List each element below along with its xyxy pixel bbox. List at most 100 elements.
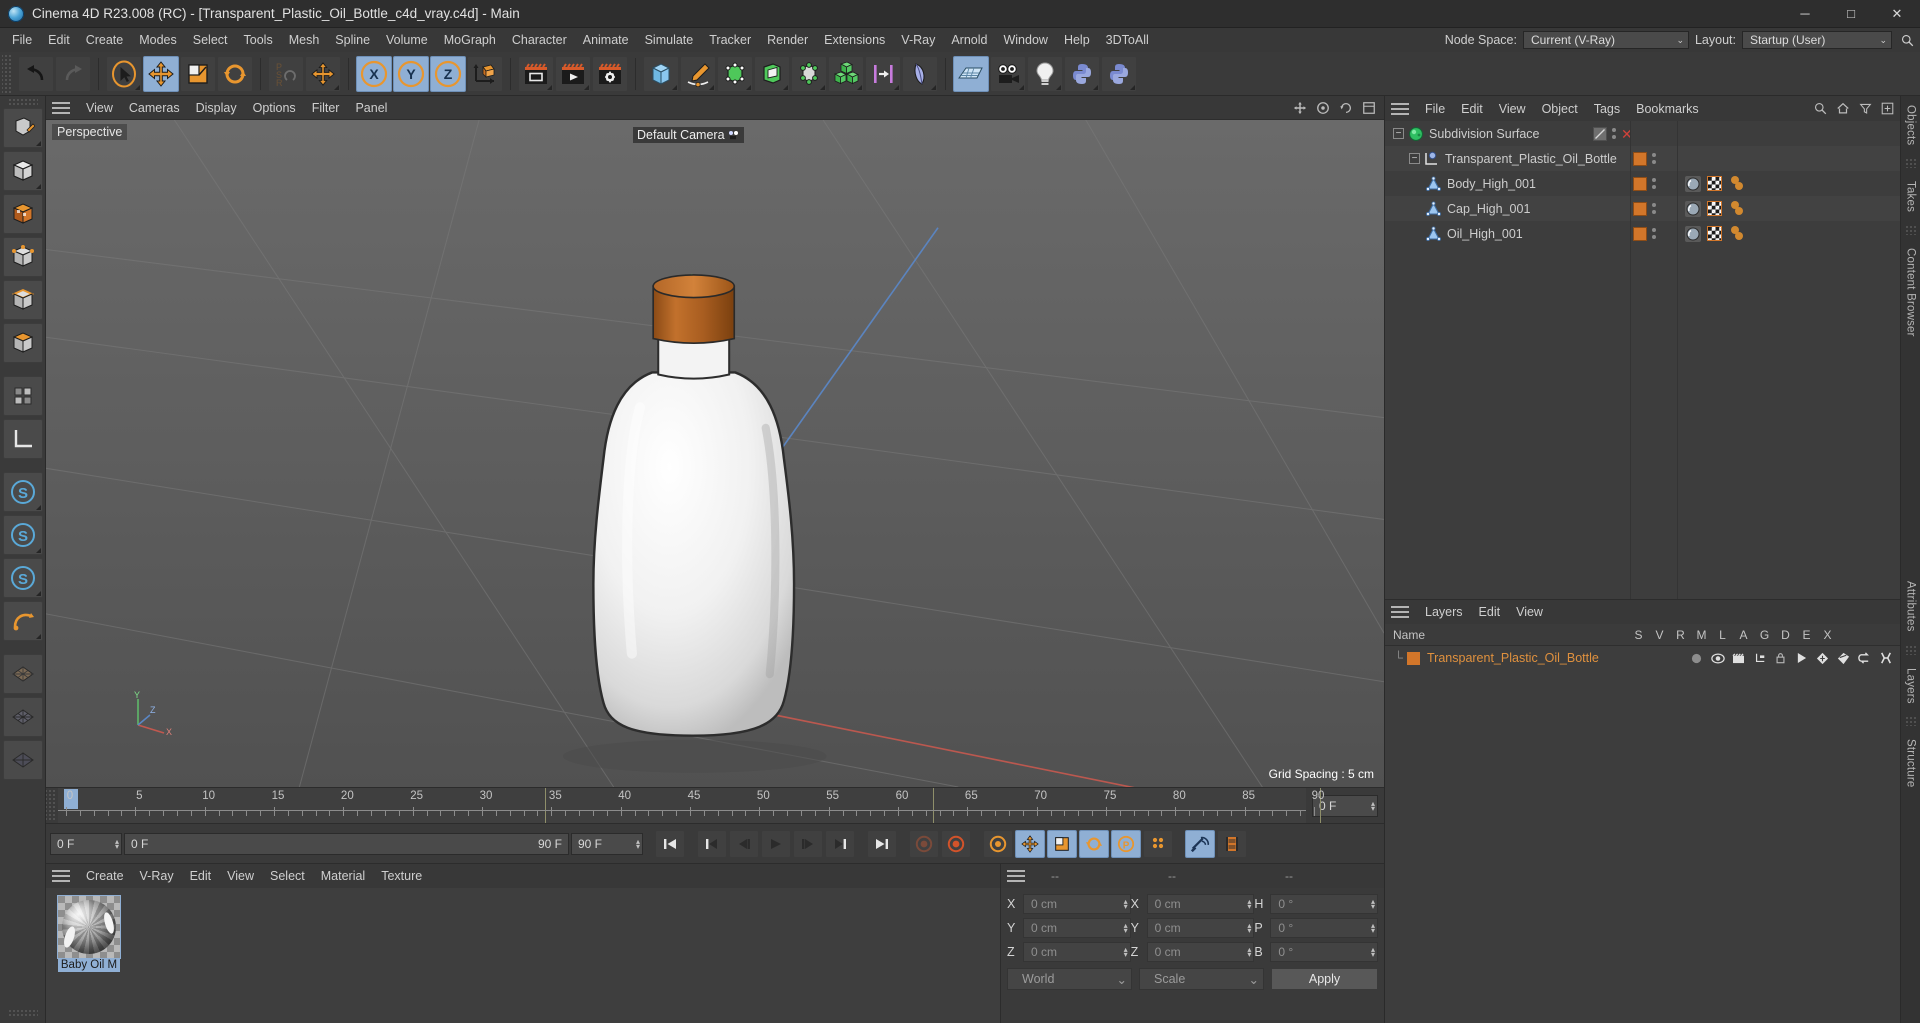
- snap-settings-button[interactable]: S: [3, 515, 43, 555]
- uvw-tag-icon[interactable]: [1728, 201, 1744, 216]
- deformer-button[interactable]: [791, 56, 827, 92]
- left-toolbar-bottom-grip[interactable]: [8, 1009, 38, 1017]
- default-camera-label[interactable]: Default Camera: [633, 127, 744, 143]
- goto-prev-key-button[interactable]: [697, 830, 727, 858]
- coordinate-system-dropdown[interactable]: World ⌄: [1007, 968, 1132, 990]
- material-preview-tag-icon[interactable]: [1685, 176, 1701, 192]
- layer-xref-icon[interactable]: [1875, 652, 1896, 664]
- material-menu-texture[interactable]: Texture: [373, 865, 430, 887]
- home-icon[interactable]: [1836, 102, 1850, 115]
- menu-vray[interactable]: V-Ray: [893, 29, 943, 51]
- position-x-input[interactable]: 0 cm ▴▾: [1023, 894, 1131, 914]
- layer-lock-icon[interactable]: [1770, 652, 1791, 664]
- viewport-hamburger-icon[interactable]: [52, 100, 72, 116]
- menu-simulate[interactable]: Simulate: [637, 29, 702, 51]
- step-forward-button[interactable]: [793, 830, 823, 858]
- texture-tag-icon[interactable]: [1707, 201, 1722, 216]
- add-layout-icon[interactable]: [1881, 102, 1894, 115]
- tab-layers[interactable]: Layers: [1903, 659, 1919, 713]
- layer-generators-icon[interactable]: [1812, 652, 1833, 665]
- mograph-effector-button[interactable]: [865, 56, 901, 92]
- coordinates-hamburger-icon[interactable]: [1007, 868, 1027, 884]
- material-menu-material[interactable]: Material: [313, 865, 373, 887]
- viewport-maximize-icon[interactable]: [1362, 101, 1376, 115]
- apply-button[interactable]: Apply: [1271, 968, 1378, 990]
- material-menu-vray[interactable]: V-Ray: [132, 865, 182, 887]
- layer-menu-edit[interactable]: Edit: [1471, 601, 1509, 623]
- perspective-viewport[interactable]: Perspective Default Camera Grid Spacing …: [46, 120, 1384, 787]
- viewport-rotate-icon[interactable]: [1339, 101, 1353, 115]
- key-parameter-button[interactable]: P: [1111, 830, 1141, 858]
- menu-mesh[interactable]: Mesh: [281, 29, 328, 51]
- model-mode-button[interactable]: [3, 151, 43, 191]
- viewport-menu-options[interactable]: Options: [245, 97, 304, 119]
- material-menu-select[interactable]: Select: [262, 865, 313, 887]
- object-menu-view[interactable]: View: [1491, 98, 1534, 120]
- object-row-transparent-plastic-oil-bottle[interactable]: − Transparent_Plastic_Oil_Bottle: [1385, 146, 1900, 171]
- world-coordinate-button[interactable]: [467, 56, 503, 92]
- z-axis-lock-button[interactable]: Z: [430, 56, 466, 92]
- rotation-h-input[interactable]: 0 ° ▴▾: [1270, 894, 1378, 914]
- material-menu-view[interactable]: View: [219, 865, 262, 887]
- timeline-ruler[interactable]: 051015202530354045505560657075808590: [58, 788, 1306, 823]
- subdivide-grid-button[interactable]: [3, 697, 43, 737]
- spinner-icon[interactable]: ▴▾: [1118, 947, 1128, 957]
- size-y-input[interactable]: 0 cm ▴▾: [1147, 918, 1255, 938]
- menu-character[interactable]: Character: [504, 29, 575, 51]
- y-axis-lock-button[interactable]: Y: [393, 56, 429, 92]
- object-row-subdivision-surface[interactable]: − Subdivision Surface ✕: [1385, 121, 1900, 146]
- texture-mode-button[interactable]: [3, 194, 43, 234]
- python-field-button[interactable]: [1101, 56, 1137, 92]
- python-script-button[interactable]: [1064, 56, 1100, 92]
- material-tag-icon[interactable]: [1633, 227, 1647, 241]
- spinner-icon[interactable]: ▴▾: [1365, 923, 1375, 933]
- autokeying-button[interactable]: [941, 830, 971, 858]
- filter-icon[interactable]: [1859, 102, 1872, 115]
- sculpt-grid-button[interactable]: [3, 654, 43, 694]
- spinner-icon[interactable]: ▴▾: [1241, 899, 1251, 909]
- render-queue-button[interactable]: [1217, 830, 1247, 858]
- play-button[interactable]: [761, 830, 791, 858]
- menu-tracker[interactable]: Tracker: [701, 29, 759, 51]
- viewport-scale-icon[interactable]: [1316, 101, 1330, 115]
- spinner-icon[interactable]: ▴▾: [109, 839, 119, 849]
- maximize-button[interactable]: □: [1828, 0, 1874, 28]
- redo-button[interactable]: [55, 56, 91, 92]
- array-modeling-button[interactable]: [754, 56, 790, 92]
- spinner-icon[interactable]: ▴▾: [1365, 947, 1375, 957]
- step-back-button[interactable]: [729, 830, 759, 858]
- tab-grip[interactable]: [1905, 716, 1917, 726]
- menu-mograph[interactable]: MoGraph: [436, 29, 504, 51]
- key-position-button[interactable]: [1015, 830, 1045, 858]
- quantize-button[interactable]: S: [3, 558, 43, 598]
- object-row-cap-high-001[interactable]: Cap_High_001: [1385, 196, 1900, 221]
- object-menu-object[interactable]: Object: [1534, 98, 1586, 120]
- points-mode-button[interactable]: [3, 237, 43, 277]
- grid-floor-button[interactable]: [953, 56, 989, 92]
- material-hamburger-icon[interactable]: [52, 868, 72, 884]
- viewport-menu-view[interactable]: View: [78, 97, 121, 119]
- spinner-icon[interactable]: ▴▾: [1365, 899, 1375, 909]
- uv-points-button[interactable]: [3, 376, 43, 416]
- layer-menu-layers[interactable]: Layers: [1417, 601, 1471, 623]
- polygons-mode-button[interactable]: [3, 323, 43, 363]
- material-preview-tag-icon[interactable]: [1685, 226, 1701, 242]
- minimize-button[interactable]: ─: [1782, 0, 1828, 28]
- layer-hamburger-icon[interactable]: [1391, 604, 1411, 620]
- texture-tag-icon[interactable]: [1707, 176, 1722, 191]
- spinner-icon[interactable]: ▴▾: [630, 839, 640, 849]
- tab-structure[interactable]: Structure: [1903, 730, 1919, 796]
- object-row-oil-high-001[interactable]: Oil_High_001: [1385, 221, 1900, 246]
- layer-render-icon[interactable]: [1728, 653, 1749, 664]
- keyframe-settings-button[interactable]: [983, 830, 1013, 858]
- position-z-input[interactable]: 0 cm ▴▾: [1023, 942, 1131, 962]
- nurbs-generator-button[interactable]: [717, 56, 753, 92]
- menu-help[interactable]: Help: [1056, 29, 1098, 51]
- rotate-tool-button[interactable]: [217, 56, 253, 92]
- tag-dots-icon[interactable]: [1652, 228, 1656, 239]
- menu-window[interactable]: Window: [995, 29, 1055, 51]
- size-z-input[interactable]: 0 cm ▴▾: [1147, 942, 1255, 962]
- interactive-render-region-button[interactable]: [1185, 830, 1215, 858]
- tag-dots-icon[interactable]: [1612, 128, 1616, 139]
- rotation-p-input[interactable]: 0 ° ▴▾: [1270, 918, 1378, 938]
